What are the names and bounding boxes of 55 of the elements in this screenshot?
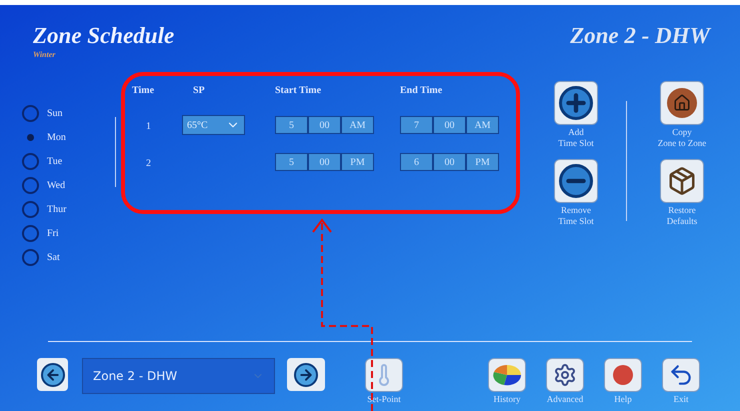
button-label: Remove Time Slot — [558, 205, 594, 227]
time-field[interactable]: 5 — [275, 153, 308, 171]
day-radio[interactable]: Thur — [22, 201, 115, 218]
box-icon — [667, 166, 697, 196]
slot-number: 2 — [146, 158, 151, 169]
time-field[interactable]: 6 — [400, 153, 433, 171]
time-field[interactable]: AM — [341, 116, 374, 134]
house-icon — [667, 88, 697, 118]
day-radio[interactable]: Mon — [22, 129, 115, 146]
time-field[interactable]: 00 — [433, 153, 466, 171]
button-label: Help — [614, 394, 632, 405]
time-field[interactable]: PM — [341, 153, 374, 171]
button-label: Add Time Slot — [558, 127, 594, 149]
pie-chart-icon — [492, 364, 522, 386]
time-field[interactable]: 00 — [433, 116, 466, 134]
time-field[interactable]: 5 — [275, 116, 308, 134]
time-field[interactable]: 00 — [308, 116, 341, 134]
column-heading: SP — [192, 85, 205, 96]
icon-button[interactable]: History — [488, 358, 526, 405]
season-label: Winter — [33, 49, 56, 61]
slot-number: 1 — [146, 121, 151, 132]
day-radio[interactable]: Sat — [22, 249, 115, 266]
button-label: Advanced — [546, 394, 584, 405]
icon-button[interactable]: Exit — [662, 358, 700, 405]
time-field[interactable]: 7 — [400, 116, 433, 134]
screen-title: Zone Schedule — [33, 23, 174, 49]
zone-dropdown[interactable]: Zone 2 - DHW — [82, 358, 275, 394]
time-field[interactable]: AM — [466, 116, 499, 134]
day-radio[interactable]: Tue — [22, 153, 115, 170]
forward-button[interactable] — [287, 358, 325, 391]
zone-title: Zone 2 - DHW — [570, 23, 710, 50]
button-label: Exit — [674, 394, 688, 405]
icon-button[interactable]: Copy Zone to Zone — [658, 81, 706, 149]
icon-button[interactable]: Remove Time Slot — [554, 159, 598, 227]
column-heading: Time — [132, 85, 154, 96]
button-label: Restore Defaults — [666, 205, 698, 227]
setpoint-dropdown[interactable]: 65°C — [182, 115, 245, 135]
column-heading: Start Time — [275, 85, 322, 96]
icon-button[interactable]: Help — [604, 358, 642, 405]
button-label: Set-Point — [367, 394, 401, 405]
button-label: Copy Zone to Zone — [658, 127, 706, 149]
icon-button[interactable]: Set-Point — [365, 358, 403, 405]
column-heading: End Time — [400, 85, 442, 96]
icon-button[interactable]: Restore Defaults — [660, 159, 704, 227]
button-label: History — [494, 394, 520, 405]
gear-icon — [553, 363, 577, 387]
day-radio[interactable]: Sun — [22, 105, 115, 122]
arrow-right-icon — [298, 366, 314, 382]
icon-button[interactable]: Advanced — [546, 358, 584, 405]
day-radio[interactable]: Wed — [22, 177, 115, 194]
back-button[interactable] — [37, 358, 68, 391]
day-radio[interactable]: Fri — [22, 225, 115, 242]
icon-button[interactable]: Add Time Slot — [554, 81, 598, 149]
time-field[interactable]: 00 — [308, 153, 341, 171]
time-field[interactable]: PM — [466, 153, 499, 171]
